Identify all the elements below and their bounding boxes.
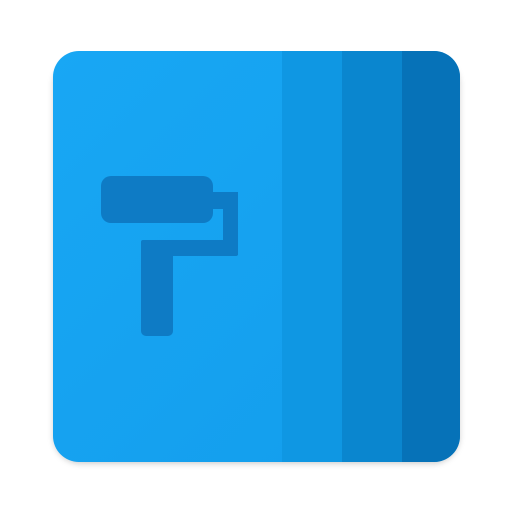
app-icon-graphic — [53, 51, 460, 462]
stripe-2 — [342, 51, 402, 462]
stripe-3 — [402, 51, 460, 462]
stripe-1 — [282, 51, 342, 462]
app-icon-tile[interactable] — [53, 51, 460, 462]
app-icon-canvas — [0, 0, 512, 512]
